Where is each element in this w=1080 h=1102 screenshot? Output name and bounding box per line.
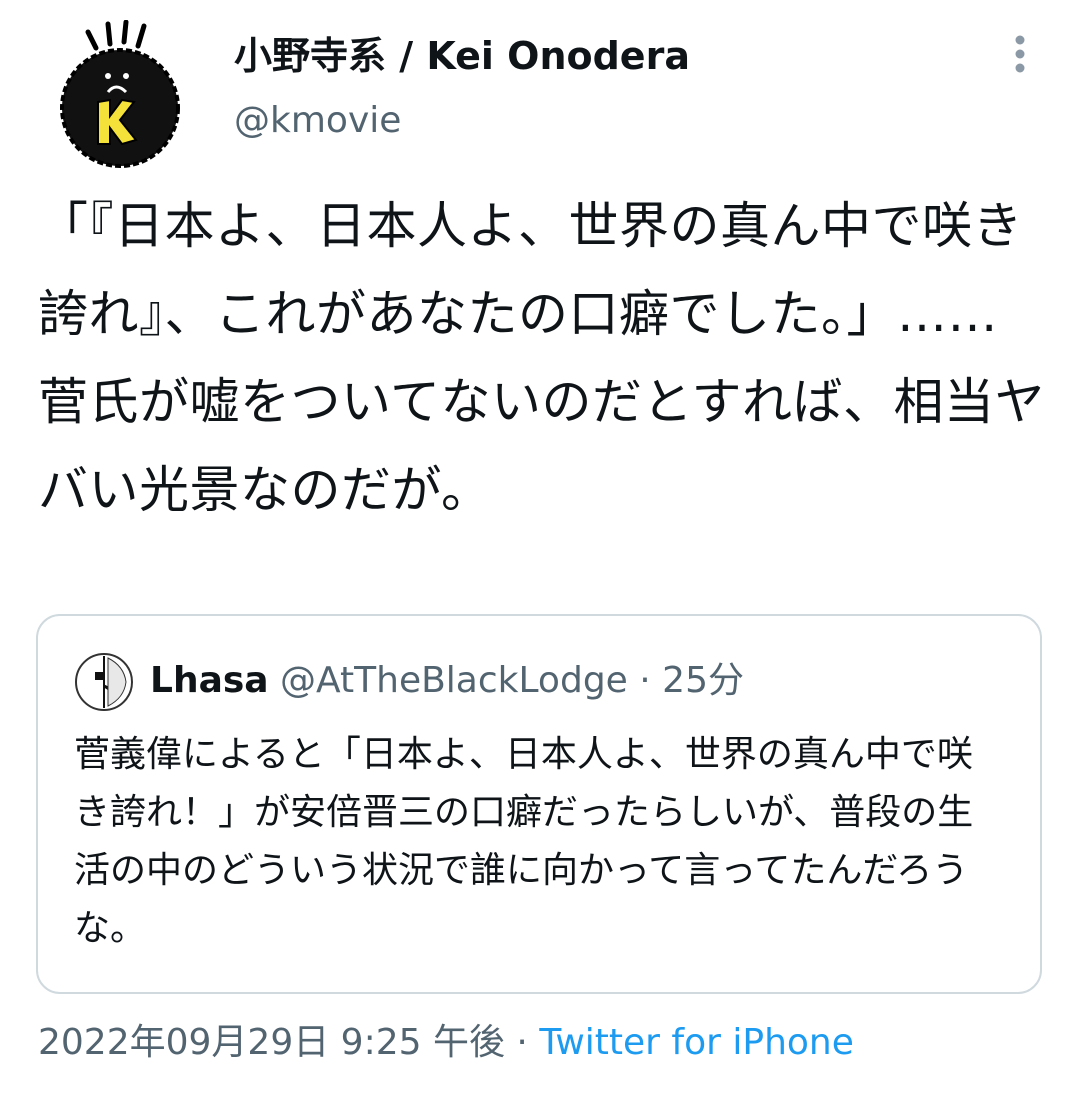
meta-separator: · (516, 1022, 528, 1063)
author-handle[interactable]: @kmovie (234, 96, 401, 146)
author-avatar[interactable] (46, 19, 194, 168)
quote-header: Lhasa @AtTheBlackLodge · 25分 (150, 654, 744, 708)
quote-time[interactable]: 25分 (662, 660, 744, 701)
quote-author-handle[interactable]: @AtTheBlackLodge (280, 660, 628, 701)
tweet-meta: 2022年09月29日 9:25 午後 · Twitter for iPhone (38, 1016, 854, 1070)
tweet-text: 「『日本よ、日本人よ、世界の真ん中で咲き誇れ』、これがあなたの口癖でした。」……… (38, 197, 1045, 519)
quote-text: 菅義偉によると「日本よ、日本人よ、世界の真ん中で咲き誇れ！」が安倍晋三の口癖だっ… (74, 734, 974, 949)
vertical-ellipsis-icon (1015, 35, 1025, 73)
author-display-name[interactable]: 小野寺系 / Kei Onodera (234, 30, 690, 82)
quote-author-name[interactable]: Lhasa (150, 660, 269, 701)
cartoon-k-face-icon (60, 19, 180, 168)
quote-separator: · (639, 660, 651, 701)
abstract-face-icon (75, 653, 133, 711)
quote-author-avatar[interactable] (74, 652, 134, 712)
quoted-tweet-card[interactable]: Lhasa @AtTheBlackLodge · 25分 菅義偉によると「日本よ… (36, 614, 1042, 994)
tweet-timestamp[interactable]: 2022年09月29日 9:25 午後 (38, 1022, 505, 1063)
tweet-source-link[interactable]: Twitter for iPhone (539, 1022, 854, 1063)
more-options-button[interactable] (1000, 30, 1040, 80)
